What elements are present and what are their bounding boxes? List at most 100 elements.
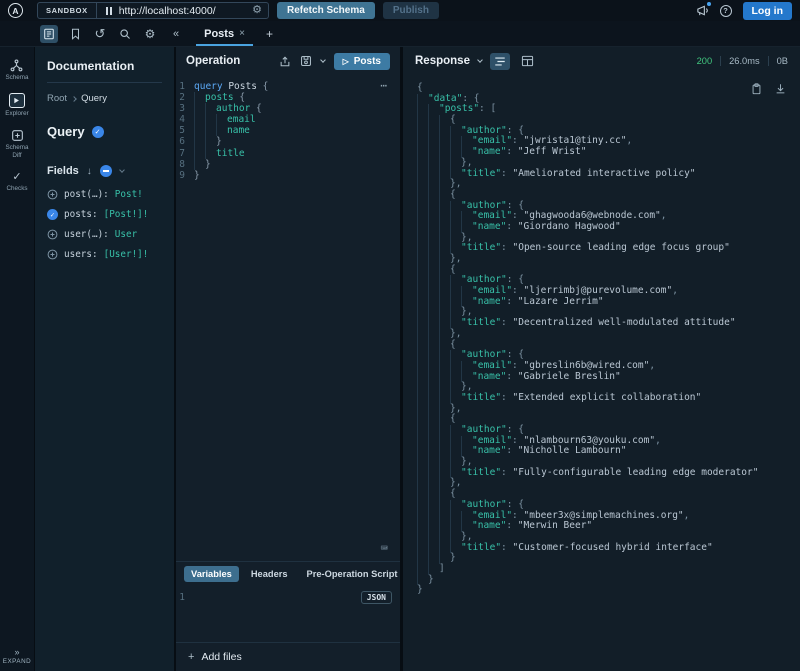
save-operation-icon[interactable] [300,55,312,67]
response-dropdown-chevron-icon[interactable] [477,57,483,63]
sidebar-item-explorer[interactable]: Explorer [5,93,28,118]
operation-editor[interactable]: ⋯ ⌨ 1query Posts {2posts {3author {4emai… [176,75,400,561]
table-view-icon[interactable] [518,53,538,70]
line-number: 8 [176,159,194,170]
deselect-all-icon[interactable] [100,165,112,177]
copy-response-icon[interactable] [751,83,762,95]
field-row[interactable]: post(…):Post! [47,189,162,200]
indent-guide [439,179,450,190]
field-row[interactable]: ✓posts:[Post!]! [47,209,162,220]
field-name: users: [64,249,98,260]
indent-guide [439,350,450,361]
indent-guide [439,286,450,297]
indent-guide [428,500,439,511]
download-response-icon[interactable] [775,83,786,95]
json-line: "title": "Open-source leading edge focus… [417,243,800,254]
field-row[interactable]: users: [User!]! [47,249,162,260]
field-add-icon[interactable] [47,229,58,240]
json-punc: }, [461,158,472,169]
json-string-value: "Giordano Hagwood" [518,222,621,233]
field-add-icon[interactable] [47,189,58,200]
indent-guide [439,307,450,318]
indent-guide [417,254,428,265]
help-icon[interactable]: ? [720,5,732,17]
variables-editor[interactable]: 1 JSON [176,586,400,642]
json-punc: , [684,511,690,522]
sidebar-item-checks[interactable]: ✓ Checks [7,170,28,193]
tree-view-icon[interactable] [490,53,510,70]
json-line: ] [417,564,800,575]
chevron-down-icon[interactable] [119,167,125,173]
json-key: "email" [472,361,512,372]
op-tab-pre-operation-script[interactable]: Pre-Operation Script [300,566,400,582]
sidebar-item-schema[interactable]: Schema [5,59,28,82]
json-punc: { [450,115,456,126]
json-line: "name": "Giordano Hagwood" [417,222,800,233]
variables-line-number: 1 [176,586,194,603]
sidebar-item-schema-diff[interactable]: Schema Diff [2,129,32,160]
login-button[interactable]: Log in [743,2,793,20]
json-line: }, [417,478,800,489]
field-row[interactable]: user(…):User [47,229,162,240]
operation-more-menu-icon[interactable]: ⋯ [380,80,388,91]
indent-guide [439,425,450,436]
indent-guide [428,222,439,233]
search-icon[interactable] [117,26,133,42]
documentation-icon[interactable] [40,25,58,43]
op-tab-headers[interactable]: Headers [244,566,295,582]
indent-guide [450,425,461,436]
endpoint-url-input[interactable]: http://localhost:4000/ [119,5,246,17]
indent-guide [205,114,216,125]
response-size: 0B [777,56,788,66]
field-selected-check-icon[interactable]: ✓ [47,209,58,220]
indent-guide [428,318,439,329]
endpoint-url-bar[interactable]: SANDBOX http://localhost:4000/ ⚙ [37,2,269,19]
share-operation-icon[interactable] [279,55,291,68]
response-title: Response [415,55,470,67]
saved-operations-bookmark-icon[interactable] [67,26,83,42]
code-token: { [250,103,261,114]
response-json-viewer[interactable]: {"data": {"posts": [{"author": {"email":… [403,75,800,671]
json-line: }, [417,329,800,340]
breadcrumb-root-link[interactable]: Root [47,93,67,104]
indent-guide [439,169,450,180]
field-add-icon[interactable] [47,249,58,260]
json-key: "name" [472,222,506,233]
collapse-panel-icon[interactable]: « [173,28,179,40]
refetch-schema-button[interactable]: Refetch Schema [277,2,375,19]
json-punc: : [506,446,517,457]
json-string-value: "gbreslin6b@wired.com" [524,361,650,372]
field-type: [User!]! [104,249,149,260]
indent-guide [417,169,428,180]
run-options-chevron-icon[interactable] [320,57,326,63]
op-tab-variables[interactable]: Variables [184,566,239,582]
publish-button[interactable]: Publish [383,2,439,19]
json-string-value: "Decentralized well-modulated attitude" [513,318,736,329]
sort-fields-icon[interactable]: ↓ [87,166,92,177]
indent-guide [417,147,428,158]
indent-guide [417,425,428,436]
new-tab-icon[interactable]: + [266,27,273,41]
code-line: 4email [176,114,400,125]
indent-guide [417,489,428,500]
indent-guide [428,511,439,522]
announcements-icon[interactable] [696,4,709,17]
code-line: 3author { [176,103,400,114]
keyboard-shortcuts-icon[interactable]: ⌨ [381,543,388,554]
pause-polling-icon[interactable] [106,7,112,15]
json-punc: : [512,361,523,372]
add-files-button[interactable]: + Add files [176,642,400,671]
indent-guide [428,532,439,543]
run-operation-button[interactable]: ▷ Posts [334,53,390,70]
expand-sidebar-button[interactable]: » EXPAND [0,647,34,665]
tab-posts[interactable]: Posts × [196,21,253,46]
json-punc: : [506,147,517,158]
indent-guide [428,136,439,147]
tab-close-icon[interactable]: × [239,28,245,39]
connection-settings-gear-icon[interactable]: ⚙ [246,5,268,16]
history-icon[interactable]: ↺ [92,26,108,42]
json-punc: { [518,500,524,511]
json-punc: } [428,575,434,586]
json-key: "title" [461,543,501,554]
explorer-settings-gear-icon[interactable]: ⚙ [142,26,158,42]
